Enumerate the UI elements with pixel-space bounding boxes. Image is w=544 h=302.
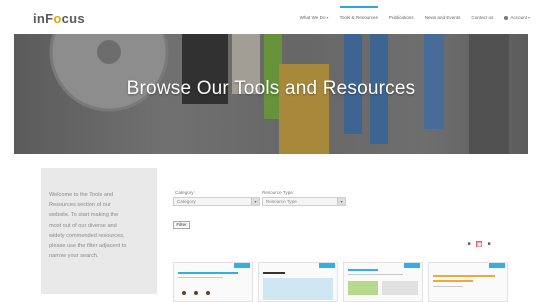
resource-card[interactable] — [258, 262, 338, 302]
logo-text-suffix: cus — [61, 11, 85, 26]
logo-text-prefix: inF — [33, 11, 54, 26]
nav-item-contact[interactable]: Contact us — [471, 15, 493, 20]
card-thumbnail — [382, 281, 418, 295]
chevron-down-icon: ▾ — [251, 198, 259, 205]
logo-text-accent: o — [53, 11, 62, 26]
grid-view-icon[interactable]: ▦ — [476, 241, 482, 248]
account-icon — [504, 15, 509, 20]
nav-item-account[interactable]: Account▾ — [504, 15, 530, 20]
card-title-bar — [263, 272, 285, 274]
avatar — [182, 291, 186, 295]
intro-line: Resources section of our — [49, 202, 111, 209]
card-subtitle-bar — [348, 274, 403, 275]
chevron-down-icon: ▾ — [337, 198, 345, 205]
card-badge — [404, 263, 420, 268]
card-badge — [234, 263, 250, 268]
chevron-down-icon: ▾ — [527, 15, 530, 20]
main-nav: What We Do▾ Tools & Resources Publicatio… — [300, 6, 530, 20]
avatar — [194, 291, 198, 295]
card-title-bar — [433, 280, 473, 282]
resource-card[interactable] — [428, 262, 508, 302]
nav-label: Tools & Resources — [339, 15, 378, 20]
card-title-bar — [178, 272, 238, 274]
nav-item-tools-resources[interactable]: Tools & Resources — [339, 6, 379, 20]
nav-item-publications[interactable]: Publications — [389, 15, 414, 20]
tile-view-icon[interactable]: ■ — [486, 241, 492, 247]
category-select-value: Category — [177, 199, 196, 204]
card-subtitle-bar — [433, 286, 463, 287]
intro-line: website. To start making the — [49, 212, 119, 219]
intro-line: narrow your search. — [49, 253, 99, 260]
card-thumbnail — [348, 281, 378, 295]
nav-label: Publications — [388, 15, 414, 20]
page-title: Browse Our Tools and Resources — [126, 78, 416, 99]
resource-card[interactable] — [343, 262, 423, 302]
list-view-icon[interactable]: ■ — [466, 241, 472, 247]
card-thumbnail — [263, 278, 333, 300]
card-subtitle-bar — [178, 277, 223, 278]
intro-text: Welcome to the Tools and Resources secti… — [49, 190, 150, 261]
nav-label: Account — [510, 15, 527, 20]
site-logo[interactable]: inFocus — [33, 11, 85, 26]
view-toggles: ■ ▦ ■ — [466, 241, 492, 248]
resource-type-select[interactable]: Resource Type ▾ — [262, 197, 346, 206]
category-select[interactable]: Category ▾ — [173, 197, 260, 206]
avatar — [206, 291, 210, 295]
intro-line: most out of our diverse and — [49, 222, 117, 229]
card-badge — [319, 263, 335, 268]
intro-line: Welcome to the Tools and — [49, 192, 114, 198]
filter-button[interactable]: Filter — [173, 221, 190, 229]
chevron-down-icon: ▾ — [326, 15, 329, 20]
top-bar: inFocus What We Do▾ Tools & Resources Pu… — [0, 0, 544, 34]
nav-item-what-we-do[interactable]: What We Do▾ — [300, 15, 329, 20]
intro-panel: Welcome to the Tools and Resources secti… — [41, 168, 157, 294]
intro-line: widely commended resources, — [49, 232, 125, 239]
hero-banner: Browse Our Tools and Resources — [14, 34, 528, 154]
card-badge — [489, 263, 505, 268]
nav-label: Contact us — [471, 15, 494, 20]
category-label: Category: — [175, 190, 195, 195]
resource-card[interactable] — [173, 262, 253, 302]
resource-grid — [173, 262, 508, 302]
resource-type-label: Resource Type: — [262, 190, 295, 195]
nav-item-news-events[interactable]: News and Events — [425, 15, 461, 20]
card-title-bar — [348, 269, 378, 271]
nav-label: News and Events — [424, 15, 461, 20]
intro-line: please use the filter adjacent to — [49, 243, 127, 250]
resource-type-select-value: Resource Type — [266, 199, 297, 204]
nav-label: What We Do — [299, 15, 326, 20]
card-title-bar — [433, 275, 495, 277]
